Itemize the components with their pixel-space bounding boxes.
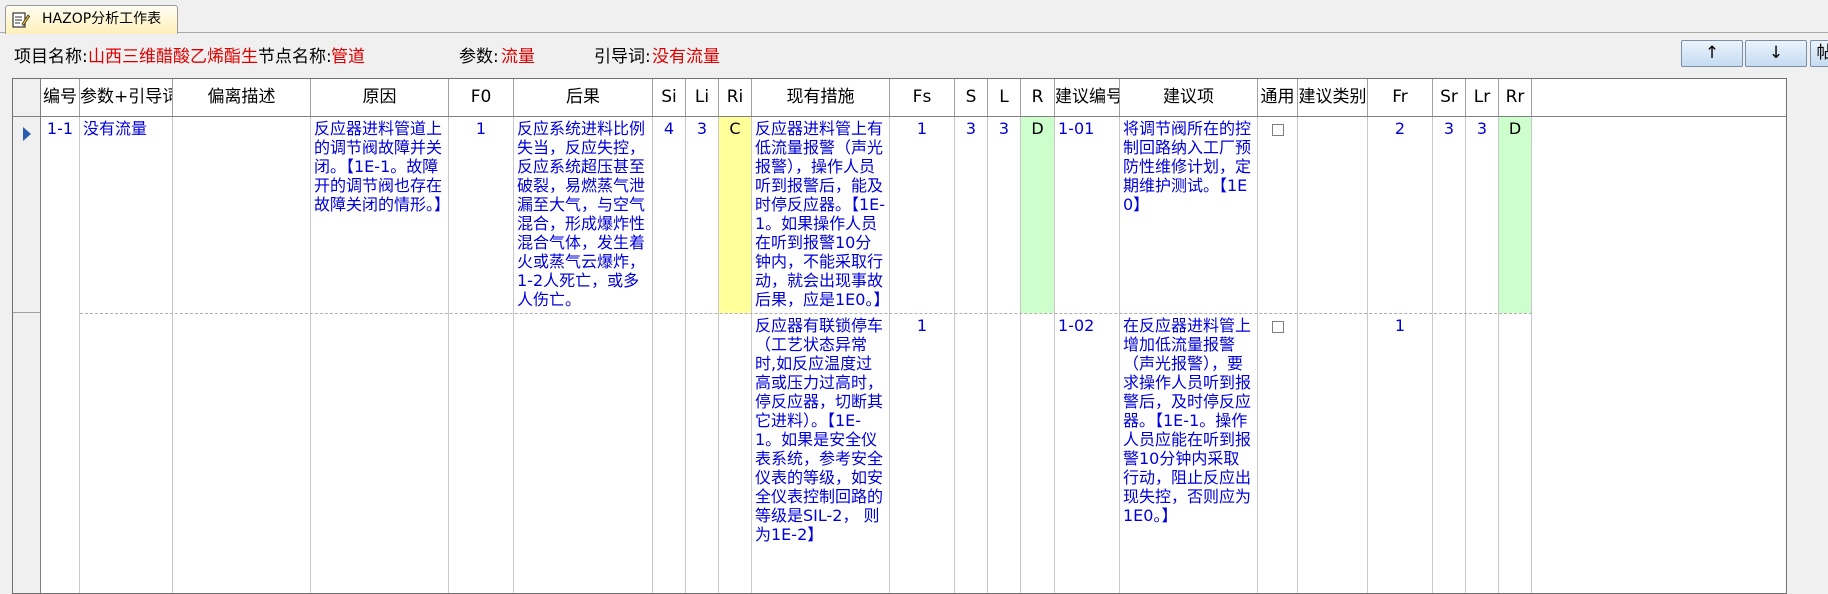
tab-title: HAZOP分析工作表 (42, 11, 162, 27)
move-down-button[interactable]: ↓ (1745, 40, 1807, 67)
cell-f0[interactable]: 1 (449, 117, 514, 313)
cell-fr[interactable]: 1 (1368, 314, 1433, 593)
row-selector[interactable] (13, 313, 41, 593)
header-consequence[interactable]: 后果 (514, 79, 653, 116)
tab-strip: HAZOP分析工作表 (0, 0, 1828, 34)
project-value: 山西三维醋酸乙烯酯生产 (88, 47, 258, 67)
header-s[interactable]: S (955, 79, 988, 116)
cell-measure[interactable]: 反应器有联锁停车（工艺状态异常时,如反应温度过高或压力过高时，停反应器，切断其它… (752, 314, 890, 593)
row-selector[interactable] (13, 117, 41, 313)
cell-r[interactable] (1021, 314, 1055, 593)
header-lr[interactable]: Lr (1466, 79, 1499, 116)
cell-ri[interactable]: C (719, 117, 752, 313)
header-category[interactable]: 建议类别 (1298, 79, 1368, 116)
cell-sr[interactable] (1433, 314, 1466, 593)
guide-value: 没有流量 (652, 47, 720, 67)
cell-measure[interactable]: 反应器进料管上有低流量报警（声光报警），操作人员听到报警后，能及时停反应器。【1… (752, 117, 890, 313)
cell-s[interactable]: 3 (955, 117, 988, 313)
header-measures[interactable]: 现有措施 (752, 79, 890, 116)
cell-sr[interactable]: 3 (1433, 117, 1466, 313)
current-row-arrow-icon (23, 127, 31, 141)
node-value: 管道 (331, 47, 365, 67)
guide-label: 引导词: (594, 47, 651, 67)
node-label: 节点名称: (258, 47, 332, 67)
header-cause[interactable]: 原因 (311, 79, 449, 116)
cell-fr[interactable]: 2 (1368, 117, 1433, 313)
cell-rr[interactable]: D (1499, 117, 1532, 313)
cell-suggestion-id[interactable]: 1-01 (1055, 117, 1120, 313)
header-rr[interactable]: Rr (1499, 79, 1532, 116)
cell-lr[interactable]: 3 (1466, 117, 1499, 313)
hazop-table: 编号 参数+引导词 偏离描述 原因 F0 后果 Si Li Ri 现有措施 Fs… (12, 78, 1787, 594)
header-ri[interactable]: Ri (719, 79, 752, 116)
select-all-corner[interactable] (13, 79, 41, 116)
cell-cause[interactable]: 反应器进料管道上的调节阀故障并关闭。【1E-1。故障开的调节阀也存在故障关闭的情… (311, 117, 449, 313)
cell-rr[interactable] (1499, 314, 1532, 593)
header-sr[interactable]: Sr (1433, 79, 1466, 116)
header-f0[interactable]: F0 (449, 79, 514, 116)
general-checkbox[interactable] (1271, 321, 1284, 333)
header-fr[interactable]: Fr (1368, 79, 1433, 116)
edit-form-icon (12, 12, 30, 28)
header-r[interactable]: R (1021, 79, 1055, 116)
header-si[interactable]: Si (653, 79, 686, 116)
header-general[interactable]: 通用 (1258, 79, 1298, 116)
cell-suggestion[interactable]: 将调节阀所在的控制回路纳入工厂预防性维修计划，定期维护测试。【1E0】 (1120, 117, 1258, 313)
header-suggestion-id[interactable]: 建议编号 (1055, 79, 1120, 116)
cell-fs[interactable]: 1 (890, 117, 955, 313)
cell-s[interactable] (955, 314, 988, 593)
header-l[interactable]: L (988, 79, 1021, 116)
cell-lr[interactable] (1466, 314, 1499, 593)
info-bar: 项目名称: 山西三维醋酸乙烯酯生产 节点名称: 管道 参数: 流量 引导词: 没… (0, 34, 1828, 71)
header-li[interactable]: Li (686, 79, 719, 116)
extra-button[interactable]: 帖 (1810, 40, 1828, 67)
cell-category[interactable] (1298, 117, 1368, 313)
cell-suggestion-id[interactable]: 1-02 (1055, 314, 1120, 593)
cell-r[interactable]: D (1021, 117, 1055, 313)
header-param-guide[interactable]: 参数+引导词 (80, 79, 173, 116)
header-fs[interactable]: Fs (890, 79, 955, 116)
cell-consequence[interactable]: 反应系统进料比例失当，反应失控，反应系统超压甚至破裂，易燃蒸气泄漏至大气，与空气… (514, 117, 653, 313)
cell-param-guide[interactable]: 没有流量 (80, 117, 173, 313)
cell-l[interactable]: 3 (988, 117, 1021, 313)
cell-id[interactable]: 1-1 (41, 117, 80, 593)
move-up-button[interactable]: ↑ (1681, 40, 1743, 67)
cell-si[interactable]: 4 (653, 117, 686, 313)
header-suggestion[interactable]: 建议项 (1120, 79, 1258, 116)
cell-deviation[interactable] (173, 117, 311, 313)
general-checkbox[interactable] (1271, 124, 1284, 136)
cell-l[interactable] (988, 314, 1021, 593)
param-label: 参数: (459, 47, 499, 67)
header-deviation[interactable]: 偏离描述 (173, 79, 311, 116)
cell-general[interactable] (1258, 314, 1298, 593)
header-id[interactable]: 编号 (41, 79, 80, 116)
tab-hazop-worksheet[interactable]: HAZOP分析工作表 (5, 5, 178, 34)
cell-category[interactable] (1298, 314, 1368, 593)
cell-suggestion[interactable]: 在反应器进料管上增加低流量报警（声光报警），要求操作人员听到报警后，及时停反应器… (1120, 314, 1258, 593)
cell-li[interactable]: 3 (686, 117, 719, 313)
table-header-row: 编号 参数+引导词 偏离描述 原因 F0 后果 Si Li Ri 现有措施 Fs… (13, 79, 1786, 117)
project-label: 项目名称: (14, 47, 88, 67)
cell-general[interactable] (1258, 117, 1298, 313)
param-value: 流量 (501, 47, 535, 67)
cell-fs[interactable]: 1 (890, 314, 955, 593)
